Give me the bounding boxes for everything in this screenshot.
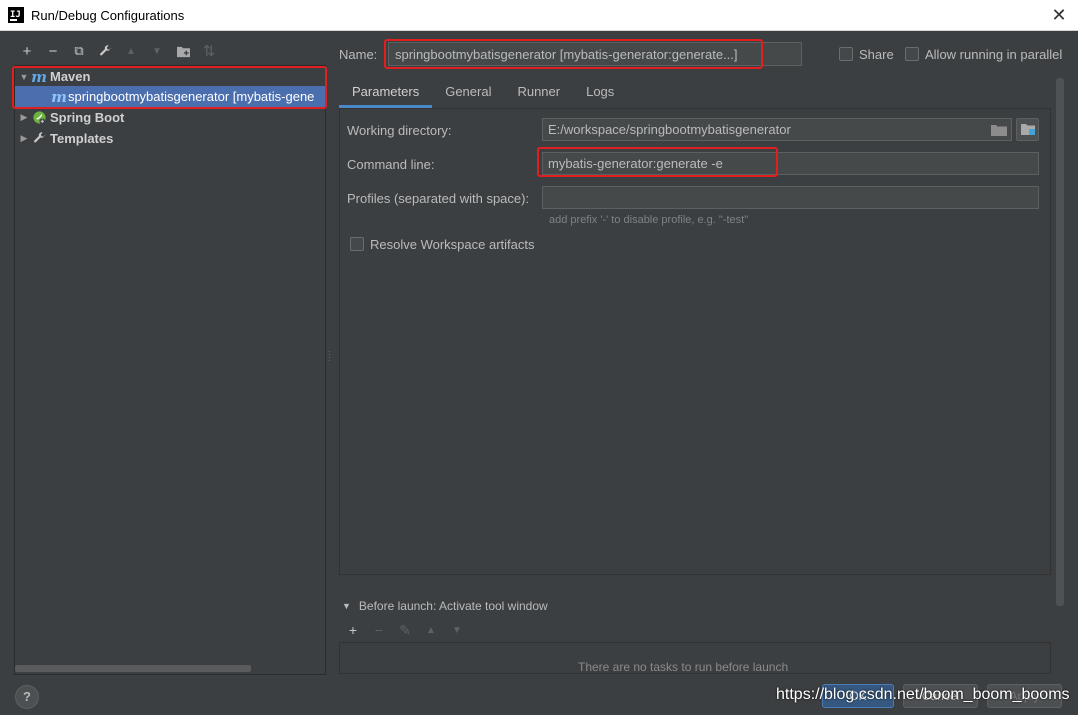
before-launch-task-list: There are no tasks to run before launch [339,642,1051,674]
window-title: Run/Debug Configurations [31,8,185,23]
tree-node-templates[interactable]: ▶ Templates [15,128,325,149]
move-up-icon: ▲ [426,624,436,636]
watermark-text: https://blog.csdn.net/boom_boom_booms [776,686,1070,703]
collapse-arrow-icon[interactable]: ▶ [17,133,31,144]
command-line-input[interactable]: mybatis-generator:generate -e [542,152,1039,175]
select-module-directory-button[interactable] [1016,118,1039,141]
no-tasks-text: There are no tasks to run before launch [578,660,789,674]
before-launch-toolbar: + − ✎ ▲ ▼ [340,620,470,640]
tree-node-spring-boot[interactable]: ▶ Spring Boot [15,107,325,128]
collapse-arrow-icon[interactable]: ▶ [17,112,31,123]
edit-defaults-button[interactable] [92,40,118,62]
move-task-up-button[interactable]: ▲ [418,619,444,641]
browse-folder-icon[interactable] [990,123,1008,137]
allow-parallel-label: Allow running in parallel [925,47,1063,62]
vertical-scrollbar[interactable] [1056,78,1064,606]
resolve-workspace-checkbox[interactable] [350,237,364,251]
copy-icon: ⧉ [74,43,84,58]
before-launch-title: Before launch: Activate tool window [358,599,548,613]
close-icon[interactable]: ✕ [1048,4,1070,26]
add-task-button[interactable]: + [340,619,366,641]
name-label: Name: [339,47,378,62]
add-config-button[interactable]: + [14,40,40,62]
resolve-workspace-label: Resolve Workspace artifacts [370,237,535,252]
config-toolbar: + − ⧉ ▲ ▼ ⇅ [14,40,222,62]
move-task-down-button[interactable]: ▼ [444,619,470,641]
title-bar: IJ Run/Debug Configurations ✕ [0,0,1078,31]
wrench-icon [31,131,47,147]
name-input[interactable]: springbootmybatisgenerator [mybatis-gene… [388,42,802,66]
tree-label-maven: Maven [50,69,91,84]
help-button[interactable]: ? [15,685,39,709]
tree-horizontal-scrollbar[interactable] [15,665,251,672]
config-tabs: Parameters General Runner Logs [339,78,627,108]
minus-icon: − [48,42,58,60]
profiles-input[interactable] [542,186,1039,209]
parameters-panel: Working directory: E:/workspace/springbo… [339,108,1051,575]
edit-task-button[interactable]: ✎ [392,619,418,641]
sort-button[interactable]: ⇅ [196,40,222,62]
tab-logs[interactable]: Logs [573,78,627,108]
config-tree: ▼ m Maven m springbootmybatisgenerator [… [14,65,326,675]
tab-parameters[interactable]: Parameters [339,78,433,108]
working-directory-input[interactable]: E:/workspace/springbootmybatisgenerator [542,118,1012,141]
before-launch-header[interactable]: ▼ Before launch: Activate tool window [342,599,548,613]
expand-arrow-icon: ▼ [342,601,351,611]
move-up-button[interactable]: ▲ [118,40,144,62]
tree-label-templates: Templates [50,131,114,146]
maven-icon: m [51,87,67,106]
move-up-icon: ▲ [126,45,136,57]
tab-runner[interactable]: Runner [504,78,573,108]
tab-general[interactable]: General [432,78,504,108]
working-directory-label: Working directory: [347,123,452,138]
copy-config-button[interactable]: ⧉ [66,40,92,62]
move-down-icon: ▼ [452,624,462,636]
share-checkbox[interactable] [839,47,853,61]
wrench-icon [99,44,111,55]
spring-boot-icon [31,110,47,126]
minus-icon: − [374,622,384,638]
tree-node-maven[interactable]: ▼ m Maven [15,66,325,87]
move-down-button[interactable]: ▼ [144,40,170,62]
plus-icon: + [22,42,32,60]
expand-arrow-icon[interactable]: ▼ [17,72,31,82]
profiles-hint: add prefix '-' to disable profile, e.g. … [549,214,749,226]
maven-icon: m [31,67,47,86]
intellij-app-icon: IJ [8,7,24,23]
tree-label-config: springbootmybatisgenerator [mybatis-gene [68,89,315,104]
profiles-label: Profiles (separated with space): [347,191,530,206]
allow-parallel-checkbox[interactable] [905,47,919,61]
remove-task-button[interactable]: − [366,619,392,641]
move-down-icon: ▼ [152,45,162,57]
share-label: Share [859,47,894,62]
tree-label-spring-boot: Spring Boot [50,110,125,125]
remove-config-button[interactable]: − [40,40,66,62]
new-folder-icon [176,46,190,57]
plus-icon: + [348,622,358,638]
command-line-label: Command line: [347,157,435,172]
new-folder-button[interactable] [170,40,196,62]
splitter-handle[interactable]: · · · · [328,348,331,365]
edit-icon: ✎ [399,621,411,638]
tree-node-springbootmybatisgenerator[interactable]: m springbootmybatisgenerator [mybatis-ge… [15,86,325,107]
sort-icon: ⇅ [202,43,216,60]
module-folder-icon [1020,124,1035,135]
